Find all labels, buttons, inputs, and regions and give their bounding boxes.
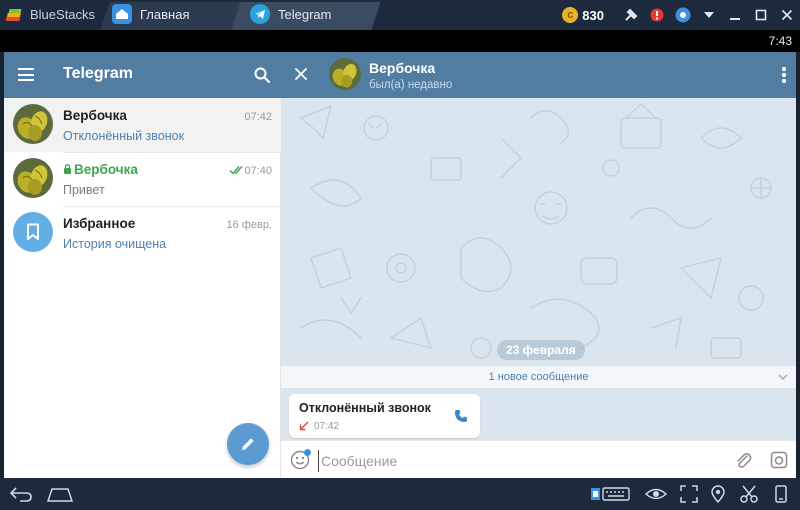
- message-title: Отклонённый звонок: [299, 401, 431, 415]
- notification-icon[interactable]: [644, 0, 670, 30]
- tab-home-label: Главная: [140, 6, 190, 22]
- message-input[interactable]: [318, 450, 698, 472]
- bookmark-icon: [27, 223, 39, 240]
- lock-icon: [64, 164, 71, 174]
- unread-label: 1 новое сообщение: [488, 371, 589, 383]
- chat-name: Вербочка: [63, 162, 138, 177]
- chat-last-message: Отклонённый звонок: [63, 129, 185, 143]
- chat-last-message: История очищена: [63, 237, 167, 251]
- close-icon[interactable]: [293, 66, 309, 82]
- avatar: [13, 158, 53, 198]
- chat-item-saved-messages[interactable]: Избранное История очищена 16 февр.: [4, 206, 281, 260]
- compose-button[interactable]: [227, 423, 269, 465]
- location-icon[interactable]: [710, 485, 726, 503]
- chat-last-message: Привет: [63, 183, 105, 197]
- menu-icon[interactable]: [18, 68, 34, 81]
- chat-list-title: Telegram: [63, 65, 133, 82]
- unread-divider: 1 новое сообщение: [281, 366, 796, 388]
- fullscreen-icon[interactable]: [680, 485, 698, 503]
- back-icon[interactable]: [8, 485, 34, 503]
- home-icon: [112, 4, 132, 24]
- maximize-icon[interactable]: [748, 0, 774, 30]
- bluestacks-title-bar: BlueStacks Главная Telegram c 830: [0, 0, 800, 30]
- message-composer: [281, 440, 796, 478]
- phone-icon[interactable]: [454, 409, 468, 423]
- bluestacks-logo-icon: [6, 9, 22, 21]
- message-bubble[interactable]: Отклонённый звонок 07:42: [289, 394, 480, 438]
- chevron-down-icon[interactable]: [778, 372, 788, 382]
- dropdown-menu-icon[interactable]: [696, 0, 722, 30]
- account-icon[interactable]: [670, 0, 696, 30]
- missed-call-arrow-icon: [299, 421, 309, 431]
- search-icon[interactable]: [253, 66, 271, 84]
- camera-icon[interactable]: [770, 451, 788, 469]
- peer-status: был(а) недавно: [369, 79, 453, 91]
- chat-name-text: Вербочка: [74, 162, 138, 177]
- scissors-icon[interactable]: [740, 485, 758, 503]
- more-icon[interactable]: [782, 67, 786, 83]
- tab-telegram-label: Telegram: [278, 6, 332, 22]
- minimize-icon[interactable]: [722, 0, 748, 30]
- chat-time: 07:42: [244, 111, 272, 123]
- message-time: 07:42: [314, 421, 340, 432]
- tab-home[interactable]: Главная: [112, 0, 189, 28]
- tab-telegram[interactable]: Telegram: [250, 0, 331, 28]
- title-bar-controls: c 830: [562, 0, 800, 30]
- chat-name: Вербочка: [63, 108, 127, 123]
- home-nav-icon[interactable]: [46, 485, 74, 503]
- chat-item-verbochka[interactable]: Вербочка Отклонённый звонок 07:42: [4, 98, 281, 152]
- chat-time: 07:40: [244, 165, 272, 177]
- app-name: BlueStacks: [30, 7, 96, 22]
- screen-rotate-icon[interactable]: [772, 485, 790, 503]
- coins-count[interactable]: 830: [582, 8, 604, 23]
- telegram-icon: [250, 4, 270, 24]
- chat-background: 23 февраля 1 новое сообщение Отклонённый…: [281, 98, 796, 440]
- android-status-bar: 7:43: [0, 30, 800, 52]
- eye-icon[interactable]: [645, 485, 667, 503]
- chat-list-header: Telegram: [4, 52, 281, 98]
- saved-avatar: [13, 212, 53, 252]
- attach-icon[interactable]: [734, 450, 752, 470]
- avatar: [13, 104, 53, 144]
- coin-icon: c: [562, 7, 579, 23]
- peer-name[interactable]: Вербочка: [369, 60, 435, 76]
- keyboard-icon[interactable]: [590, 485, 630, 503]
- peer-avatar[interactable]: [329, 58, 361, 90]
- double-check-icon: [229, 166, 243, 175]
- key-mapping-icon[interactable]: [618, 0, 644, 30]
- chat-time: 16 февр.: [226, 219, 272, 231]
- date-separator: 23 февраля: [497, 340, 585, 360]
- doodle-pattern: [299, 103, 772, 359]
- emoji-badge: [304, 449, 311, 456]
- conversation-panel: Вербочка был(а) недавно 23 февраля 1 нов…: [281, 52, 796, 478]
- chat-name: Избранное: [63, 216, 136, 231]
- android-nav-bar: [0, 478, 800, 510]
- chat-item-verbochka-secret[interactable]: Вербочка Привет 07:40: [4, 152, 281, 206]
- pencil-icon: [242, 438, 254, 450]
- telegram-app: Telegram Вербочка Отклонённый звонок 07:…: [4, 52, 796, 478]
- close-window-icon[interactable]: [774, 0, 800, 30]
- conversation-header: Вербочка был(а) недавно: [281, 52, 796, 98]
- chat-list-panel: Telegram Вербочка Отклонённый звонок 07:…: [4, 52, 281, 478]
- status-clock: 7:43: [768, 34, 792, 48]
- divider: [63, 206, 281, 207]
- divider: [63, 152, 281, 153]
